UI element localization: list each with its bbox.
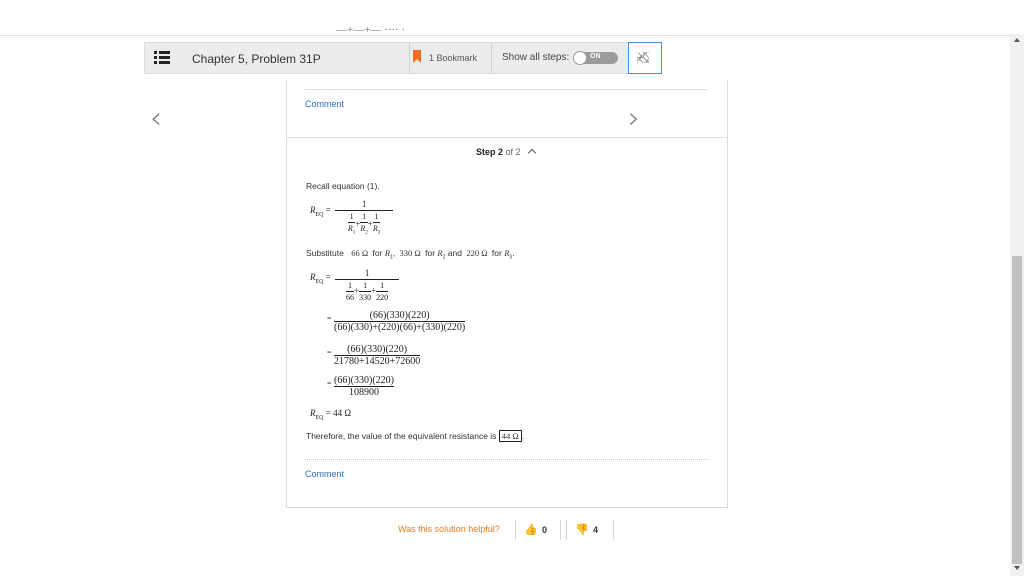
recall-text: Recall equation (1). [306,181,380,191]
collapse-button[interactable]: ⇲⇱ ⇱⇲ [628,42,662,74]
downvote-count: 4 [593,525,599,535]
previous-step-fragment: —+—+— ···· · [336,24,406,36]
bookmark-icon [413,50,421,63]
thumbs-down-button[interactable]: 👎 4 [566,520,614,540]
toolbar: Chapter 5, Problem 31P 1 Bookmark Show a… [144,42,662,74]
top-strip: —+—+— ···· · [0,0,1010,36]
comment-link-step2[interactable]: Comment [305,469,344,479]
divider [286,137,728,138]
bookmark-label: 1 Bookmark [429,53,478,63]
equation-result: REQ = 44 Ω [310,408,352,421]
show-all-steps: Show all steps: ON [491,43,631,73]
thumbs-down-icon: 👎 [575,523,589,536]
scroll-down-icon[interactable] [1014,566,1020,570]
upvote-count: 0 [542,525,548,535]
show-all-steps-label: Show all steps: [502,52,570,63]
thumbs-up-button[interactable]: 👍 0 [515,520,561,540]
substitute-text: Substitute 66 Ω for R1, 330 Ω for R2 and… [306,248,515,261]
equation-substituted: REQ = 1 1 66 +1 330 +1 220 [310,268,400,303]
answer-box: 44 Ω [498,430,522,442]
page-scrollbar[interactable] [1010,34,1024,576]
scroll-thumb[interactable] [1012,256,1022,564]
equation-products: = (66)(330)(220) 21780+14520+72600 [327,344,421,367]
toggle-knob [573,51,587,65]
divider [305,89,708,90]
step-total: of 2 [505,147,521,157]
previous-arrow-icon[interactable]: ‹ [150,101,162,136]
divider [305,459,708,460]
equation-expanded: = (66)(330)(220) (66)(330)+(220)(66)+(33… [327,310,466,333]
scroll-up-icon[interactable] [1014,38,1020,42]
show-all-steps-toggle[interactable]: ON [573,51,618,65]
list-icon[interactable] [154,51,170,65]
helpful-question: Was this solution helpful? [398,524,500,534]
therefore-text: Therefore, the value of the equivalent r… [306,430,525,442]
equation-req-general: REQ = 1 1 R1 +1 R2 +1 R3 [310,199,394,239]
equation-sum: = (66)(330)(220) 108900 [327,375,394,398]
problem-title: Chapter 5, Problem 31P [192,52,321,66]
step-current: Step 2 [476,147,504,157]
comment-link-step1[interactable]: Comment [305,99,344,109]
step-header[interactable]: Step 2 of 2 [476,147,537,158]
bookmark-button[interactable]: 1 Bookmark [409,43,491,73]
thumbs-up-icon: 👍 [524,523,538,536]
collapse-icon: ⇲⇱ ⇱⇲ [637,51,649,65]
toggle-state: ON [590,53,601,60]
chevron-up-icon [527,148,537,158]
